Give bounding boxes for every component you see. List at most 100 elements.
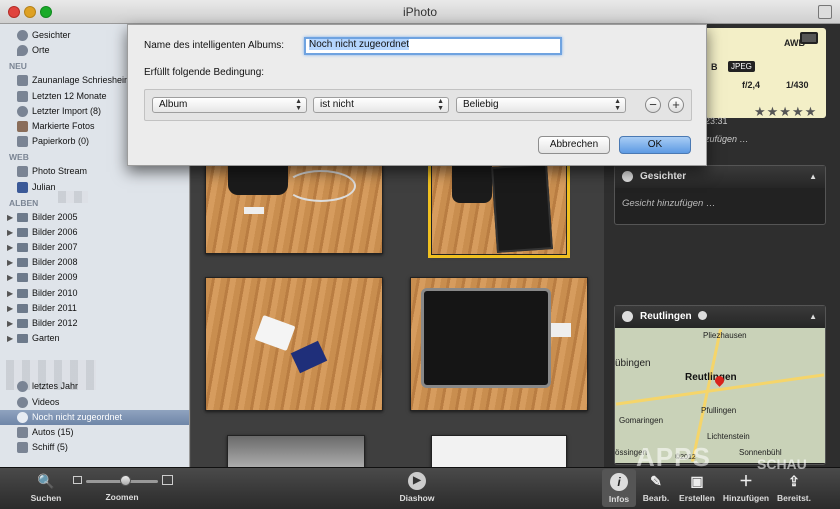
sidebar-item-label: Autos (15): [32, 426, 74, 437]
collapse-triangle-icon[interactable]: ▲: [809, 166, 817, 188]
info-button[interactable]: i Infos: [602, 469, 636, 507]
sidebar-item-last-year[interactable]: letztes Jahr: [0, 379, 189, 394]
fullscreen-button[interactable]: [818, 5, 832, 19]
sidebar-item-label: Letzter Import (8): [32, 105, 102, 116]
sidebar-folder[interactable]: ▶ Bilder 2008: [0, 255, 189, 270]
smart-album-dialog: Name des intelligenten Albums: Noch nich…: [127, 24, 707, 166]
rating-stars[interactable]: ★★★★★: [754, 104, 817, 120]
zoom-small-icon: [73, 476, 82, 484]
sidebar-item-unassigned[interactable]: Noch nicht zugeordnet: [0, 409, 189, 425]
slideshow-button[interactable]: ▶ Diashow: [396, 468, 438, 503]
album-icon: [17, 426, 28, 438]
folder-icon: [17, 258, 28, 268]
sidebar-folder[interactable]: ▶ Bilder 2007: [0, 240, 189, 255]
field-select[interactable]: Album ▲ ▼: [152, 97, 307, 113]
operator-select[interactable]: ist nicht ▲ ▼: [313, 97, 449, 113]
pin-icon: [17, 45, 28, 57]
camera-shape: [452, 163, 492, 203]
info-icon: i: [610, 473, 628, 491]
add-icon: ＋: [739, 473, 753, 489]
sidebar-item-label: Photo Stream: [32, 166, 88, 177]
updown-arrows-icon: ▲ ▼: [437, 98, 444, 112]
search-label: Suchen: [30, 493, 62, 503]
disclosure-triangle-icon[interactable]: ▶: [7, 270, 13, 285]
remove-condition-button[interactable]: −: [645, 97, 661, 113]
zoom-slider-knob[interactable]: [120, 475, 131, 486]
faces-panel: Gesichter ▲ Gesicht hinzufügen …: [614, 165, 826, 225]
sidebar-item-autos[interactable]: Autos (15): [0, 425, 189, 440]
share-button[interactable]: ⇪ Bereitst.: [774, 468, 814, 503]
sidebar-item-schiff[interactable]: Schiff (5): [0, 440, 189, 455]
disclosure-triangle-icon[interactable]: ▶: [7, 286, 13, 301]
location-panel-header[interactable]: Reutlingen ▲: [615, 306, 825, 328]
sidebar-folder[interactable]: ▶ Bilder 2006: [0, 225, 189, 240]
sidebar-item-videos[interactable]: Videos: [0, 395, 189, 410]
sidebar-folder[interactable]: ▶ Bilder 2012: [0, 316, 189, 331]
sidebar-folder[interactable]: ▶ Bilder 2010: [0, 286, 189, 301]
iphoto-window: iPhoto Gesichter Orte NEU Zaunanlage Sch…: [0, 0, 840, 509]
add-condition-button[interactable]: +: [668, 97, 684, 113]
disclosure-triangle-icon[interactable]: ▶: [7, 240, 13, 255]
map-label: Lichtenstein: [707, 432, 750, 441]
sidebar-folder[interactable]: ▶ Bilder 2009: [0, 270, 189, 285]
card-reader-shape: [551, 323, 571, 337]
cancel-button[interactable]: Abbrechen: [538, 136, 610, 154]
search-button[interactable]: 🔍 Suchen: [26, 468, 66, 503]
updown-arrows-icon: ▲ ▼: [295, 98, 302, 112]
usb-plug-shape: [244, 207, 264, 214]
faces-panel-header[interactable]: Gesichter ▲: [615, 166, 825, 188]
sidebar-folder[interactable]: ▶ Bilder 2005: [0, 210, 189, 225]
sidebar-item-label: Papierkorb (0): [32, 136, 90, 147]
play-icon: ▶: [408, 472, 426, 490]
camera-shape: [228, 165, 288, 195]
sidebar-item-label: Bilder 2010: [32, 287, 78, 298]
album-name-input[interactable]: Noch nicht zugeordnet: [304, 37, 562, 55]
sidebar-folder[interactable]: ▶ Garten: [0, 331, 189, 346]
ok-button[interactable]: OK: [619, 136, 691, 154]
sidebar-item-facebook[interactable]: Julian: [0, 180, 189, 195]
photo-thumbnail-partial-left[interactable]: [227, 435, 365, 467]
map-label: Gomaringen: [619, 416, 664, 425]
sidebar-item-label: Bilder 2009: [32, 272, 78, 283]
event-icon: [17, 75, 28, 87]
disclosure-triangle-icon[interactable]: ▶: [7, 316, 13, 331]
collapse-triangle-icon[interactable]: ▲: [809, 306, 817, 328]
value-select[interactable]: Beliebig ▲ ▼: [456, 97, 626, 113]
add-to-button[interactable]: ＋ Hinzufügen: [720, 468, 772, 503]
sidebar-item-photo-stream[interactable]: Photo Stream: [0, 164, 189, 179]
title-placeholder[interactable]: zufügen …: [705, 134, 749, 144]
create-icon: ▣: [690, 473, 704, 489]
map-label: Reutlingen: [685, 372, 737, 383]
photo-thumbnail-partial-right[interactable]: [431, 435, 567, 467]
disclosure-triangle-icon[interactable]: ▶: [7, 331, 13, 346]
disclosure-triangle-icon[interactable]: ▶: [7, 301, 13, 316]
edit-button[interactable]: ✎ Bearb.: [638, 468, 674, 503]
photo-thumbnail-camera-cable[interactable]: [205, 164, 383, 254]
disclosure-triangle-icon[interactable]: ▶: [7, 225, 13, 240]
ipad-shape: [421, 288, 551, 388]
facebook-icon: [17, 181, 28, 193]
disclosure-triangle-icon[interactable]: ▶: [7, 210, 13, 225]
disclosure-triangle-icon[interactable]: ▶: [7, 255, 13, 270]
operator-select-value: ist nicht: [320, 99, 354, 110]
sidebar-item-label: Markierte Fotos: [32, 120, 95, 131]
add-face-placeholder[interactable]: Gesicht hinzufügen …: [615, 188, 825, 219]
sidebar-folder[interactable]: ▶ Bilder 2011: [0, 301, 189, 316]
edit-icon: ✎: [650, 473, 662, 489]
sidebar-item-label: Bilder 2007: [32, 242, 78, 253]
photo-thumbnail-card-reader[interactable]: [205, 277, 383, 411]
folder-icon: [17, 319, 28, 328]
album-name-label: Name des intelligenten Albums:: [144, 40, 285, 51]
share-label: Bereitst.: [776, 493, 811, 503]
create-button[interactable]: ▣ Erstellen: [676, 468, 718, 503]
info-label: Infos: [608, 494, 630, 504]
sidebar-item-label: Gesichter: [32, 30, 71, 40]
photo-thumbnail-ipad[interactable]: [410, 277, 588, 411]
arrow-right-icon[interactable]: [698, 311, 708, 320]
globe-icon: [622, 311, 633, 322]
sidebar-item-label: Julian: [32, 181, 56, 192]
cable-shape: [286, 170, 356, 202]
photo-thumbnail-camera-ipad[interactable]: [428, 159, 570, 258]
clock-icon: [17, 105, 28, 117]
folder-icon: [17, 212, 28, 222]
